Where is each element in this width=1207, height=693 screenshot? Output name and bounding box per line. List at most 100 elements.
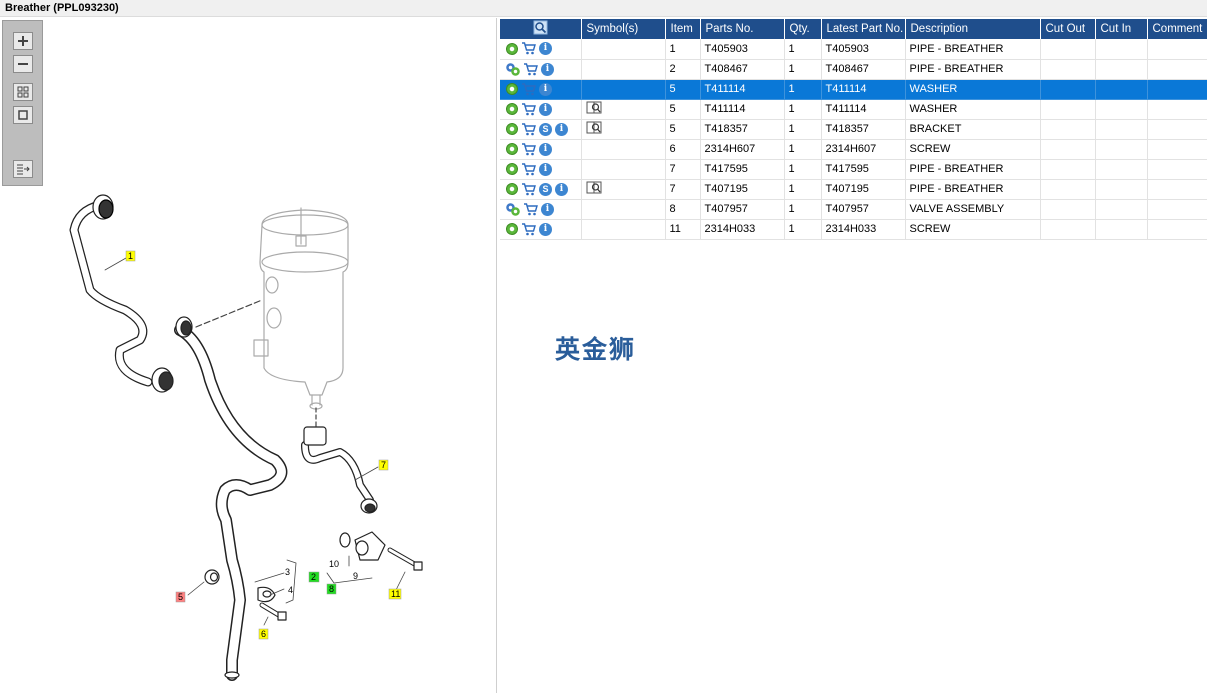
column-header-comment[interactable]: Comment — [1147, 19, 1207, 39]
cut-out-cell — [1040, 79, 1096, 100]
gear-icon[interactable] — [506, 143, 518, 155]
info-icon[interactable]: i — [539, 222, 552, 236]
parts-grid-pane: Symbol(s) Item Parts No. Qty. Latest Par… — [500, 18, 1207, 693]
info-icon[interactable]: i — [539, 142, 552, 156]
callout-6-label: 6 — [261, 629, 266, 639]
qty-cell: 1 — [784, 159, 822, 180]
zoom-in-button[interactable] — [13, 32, 33, 50]
parts-table: Symbol(s) Item Parts No. Qty. Latest Par… — [500, 19, 1207, 240]
info-icon[interactable]: i — [539, 42, 552, 56]
info-icon[interactable]: i — [555, 122, 568, 136]
cart-icon[interactable] — [521, 142, 536, 156]
export-icon — [17, 164, 30, 175]
gear-icon[interactable] — [506, 83, 518, 95]
illustration-lookup-icon[interactable] — [586, 181, 602, 194]
column-header-filter[interactable] — [500, 19, 582, 39]
column-header-cut-out[interactable]: Cut Out — [1040, 19, 1096, 39]
row-action-icons: i — [500, 219, 582, 240]
column-header-parts-no[interactable]: Parts No. — [700, 19, 785, 39]
cart-icon[interactable] — [521, 42, 536, 55]
qty-cell: 1 — [784, 59, 822, 80]
description-cell: BRACKET — [905, 119, 1041, 140]
table-row[interactable]: Si 7 T407195 1 T407195 PIPE - BREATHER — [500, 179, 1207, 200]
cart-icon[interactable] — [521, 162, 536, 176]
parts-no-cell: T408467 — [700, 59, 785, 80]
latest-part-no-cell: T407957 — [821, 199, 906, 220]
parts-table-body: i 1 T405903 1 T405903 PIPE - BREATHER i 2 T40846… — [500, 39, 1207, 240]
symbols-cell — [581, 99, 666, 120]
table-row[interactable]: Si 5 T418357 1 T418357 BRACKET — [500, 119, 1207, 140]
cut-in-cell — [1095, 99, 1148, 120]
export-button[interactable] — [13, 160, 33, 178]
description-cell: PIPE - BREATHER — [905, 39, 1041, 60]
table-row[interactable]: i 1 T405903 1 T405903 PIPE - BREATHER — [500, 39, 1207, 60]
item-cell: 8 — [665, 199, 701, 220]
column-header-qty[interactable]: Qty. — [784, 19, 822, 39]
qty-cell: 1 — [784, 99, 822, 120]
gear-icon[interactable] — [506, 42, 518, 55]
symbols-cell — [581, 139, 666, 160]
diagram-pane[interactable]: 1 7 2 8 5 6 11 3 4 10 9 — [0, 18, 497, 693]
column-header-cut-in[interactable]: Cut In — [1095, 19, 1148, 39]
supersession-icon[interactable]: S — [539, 122, 552, 136]
gear-icon[interactable] — [506, 183, 518, 195]
column-header-description[interactable]: Description — [905, 19, 1041, 39]
info-icon[interactable]: i — [539, 82, 552, 96]
label-10: 10 — [329, 559, 339, 569]
latest-part-no-cell: T418357 — [821, 119, 906, 140]
info-icon[interactable]: i — [539, 102, 552, 116]
fit-window-button[interactable] — [13, 106, 33, 124]
table-row[interactable]: i 8 T407957 1 T407957 VALVE ASSEMBLY — [500, 199, 1207, 220]
cart-icon[interactable] — [521, 122, 536, 136]
cut-in-cell — [1095, 119, 1148, 140]
gears-icon[interactable] — [506, 202, 520, 216]
comment-cell — [1147, 199, 1207, 220]
zoom-out-icon — [18, 63, 28, 65]
symbols-cell — [581, 159, 666, 180]
cut-in-cell — [1095, 139, 1148, 160]
fit-all-button[interactable] — [13, 83, 33, 101]
symbols-cell — [581, 79, 666, 100]
cart-icon[interactable] — [521, 82, 536, 96]
zoom-out-button[interactable] — [13, 55, 33, 73]
table-row[interactable]: i 5 T411114 1 T411114 WASHER — [500, 79, 1207, 100]
callout-11-label: 11 — [391, 589, 400, 599]
item-cell: 2 — [665, 59, 701, 80]
info-icon[interactable]: i — [539, 162, 552, 176]
gear-icon[interactable] — [506, 163, 518, 175]
cart-icon[interactable] — [521, 182, 536, 196]
illustration-lookup-icon[interactable] — [586, 101, 602, 114]
table-row[interactable]: i 6 2314H607 1 2314H607 SCREW — [500, 139, 1207, 160]
description-cell: PIPE - BREATHER — [905, 179, 1041, 200]
gears-icon[interactable] — [506, 62, 520, 76]
cart-icon[interactable] — [523, 62, 538, 76]
gear-icon[interactable] — [506, 223, 518, 235]
zoom-in-icon — [18, 36, 28, 46]
column-header-symbols[interactable]: Symbol(s) — [581, 19, 666, 39]
gear-icon[interactable] — [506, 123, 518, 135]
row-action-icons: i — [500, 99, 582, 120]
info-icon[interactable]: i — [555, 182, 568, 196]
table-row[interactable]: i 11 2314H033 1 2314H033 SCREW — [500, 219, 1207, 240]
latest-part-no-cell: T407195 — [821, 179, 906, 200]
row-action-icons: i — [500, 159, 582, 180]
item-cell: 11 — [665, 219, 701, 240]
comment-cell — [1147, 159, 1207, 180]
table-row[interactable]: i 7 T417595 1 T417595 PIPE - BREATHER — [500, 159, 1207, 180]
info-icon[interactable]: i — [541, 62, 554, 76]
cart-icon[interactable] — [521, 102, 536, 116]
table-row[interactable]: i 5 T411114 1 T411114 WASHER — [500, 99, 1207, 120]
supersession-icon[interactable]: S — [539, 182, 552, 196]
table-row[interactable]: i 2 T408467 1 T408467 PIPE - BREATHER — [500, 59, 1207, 80]
table-header-row: Symbol(s) Item Parts No. Qty. Latest Par… — [500, 19, 1207, 39]
column-header-item[interactable]: Item — [665, 19, 701, 39]
info-icon[interactable]: i — [541, 202, 554, 216]
symbols-cell — [581, 59, 666, 80]
gear-icon[interactable] — [506, 103, 518, 115]
illustration-lookup-icon[interactable] — [586, 121, 602, 134]
column-header-latest-part-no[interactable]: Latest Part No. — [821, 19, 906, 39]
cart-icon[interactable] — [521, 222, 536, 236]
item-cell: 5 — [665, 99, 701, 120]
qty-cell: 1 — [784, 139, 822, 160]
cart-icon[interactable] — [523, 202, 538, 216]
